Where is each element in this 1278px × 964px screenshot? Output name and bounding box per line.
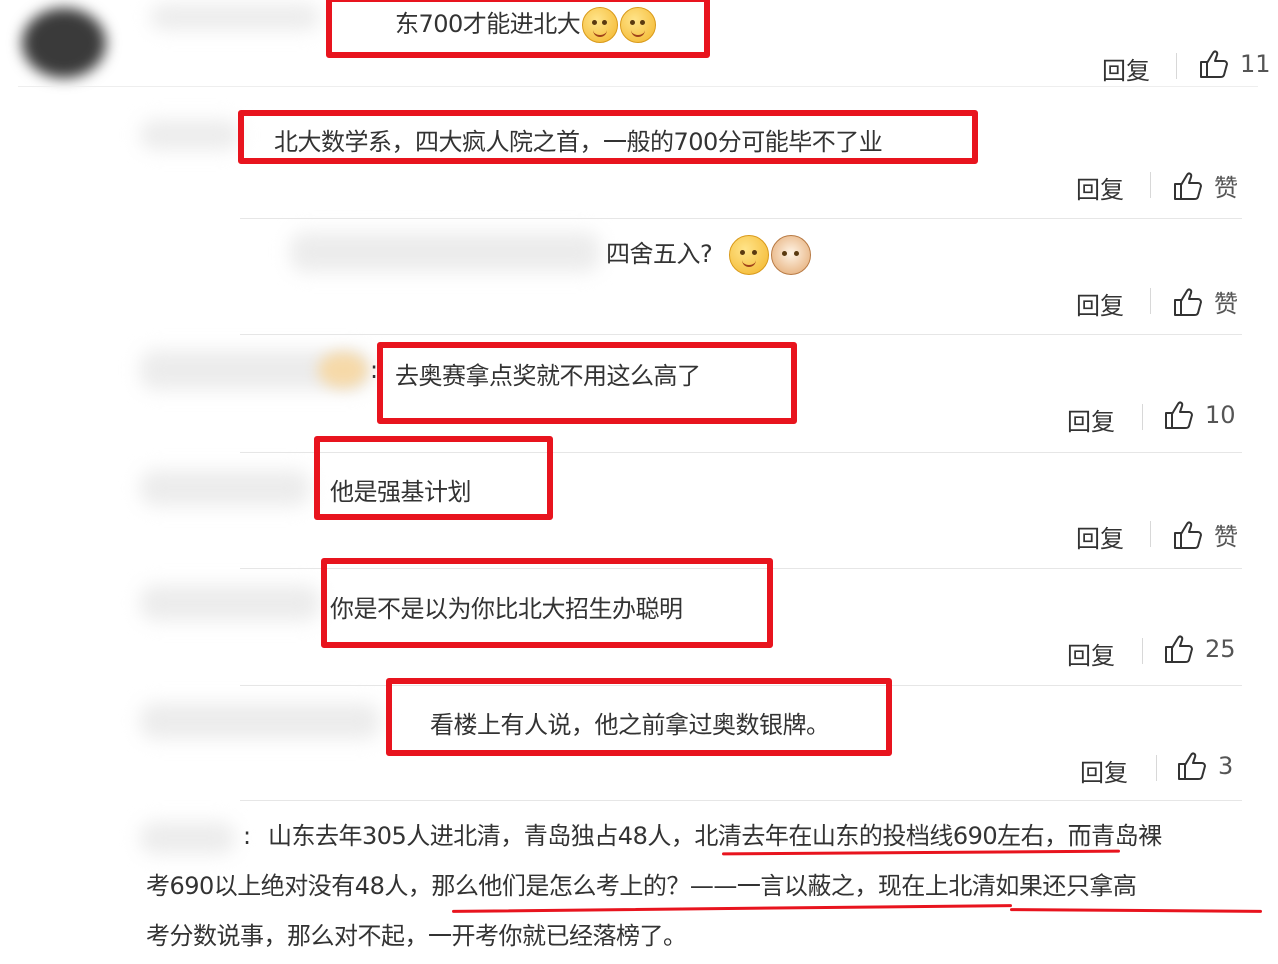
username-redacted <box>140 585 320 621</box>
reply-button[interactable]: 回复 <box>1080 753 1128 788</box>
like-count: 11 <box>1240 50 1271 78</box>
like-count: 10 <box>1205 401 1236 429</box>
thumb-up-icon <box>1174 172 1202 200</box>
reply-button[interactable]: 回复 <box>1067 636 1115 671</box>
grin-icon <box>729 235 770 275</box>
username-redacted <box>290 232 600 272</box>
like-button[interactable]: 赞 <box>1172 284 1238 319</box>
reply-button[interactable]: 回复 <box>1076 170 1124 205</box>
highlight-box <box>238 110 978 164</box>
username-redacted <box>140 822 235 854</box>
thumb-up-icon <box>1165 635 1193 663</box>
cat-icon <box>771 235 812 275</box>
like-label: 赞 <box>1214 290 1238 318</box>
separator <box>1142 404 1143 430</box>
thumb-up-icon <box>1174 288 1202 316</box>
divider <box>240 334 1242 335</box>
highlight-box <box>326 0 710 58</box>
highlight-underline <box>1009 908 1263 913</box>
like-button[interactable]: 25 <box>1163 634 1236 664</box>
separator <box>1150 521 1151 547</box>
like-label: 赞 <box>1214 174 1238 202</box>
highlight-box <box>377 342 797 424</box>
divider <box>240 800 1242 801</box>
reply-button[interactable]: 回复 <box>1102 51 1150 86</box>
thumb-up-icon <box>1178 752 1206 780</box>
separator <box>1142 638 1143 664</box>
reply-button[interactable]: 回复 <box>1076 286 1124 321</box>
username-redacted <box>140 120 240 150</box>
reply-button[interactable]: 回复 <box>1067 402 1115 437</box>
like-button[interactable]: 11 <box>1198 49 1271 79</box>
username-redacted <box>150 4 320 30</box>
like-count: 3 <box>1218 752 1234 780</box>
comment-prefix: : <box>243 822 251 850</box>
like-button[interactable]: 赞 <box>1172 168 1238 203</box>
separator <box>1176 53 1177 79</box>
avatar <box>318 352 368 388</box>
separator <box>1150 172 1151 198</box>
divider <box>240 218 1242 219</box>
like-button[interactable]: 赞 <box>1172 517 1238 552</box>
thumb-up-icon <box>1165 401 1193 429</box>
separator <box>1150 288 1151 314</box>
comment-text: 四舍五入? <box>606 234 812 275</box>
divider <box>18 86 1258 87</box>
like-button[interactable]: 3 <box>1176 751 1233 781</box>
like-button[interactable]: 10 <box>1163 400 1236 430</box>
highlight-box <box>321 558 773 648</box>
like-label: 赞 <box>1214 523 1238 551</box>
username-redacted <box>140 703 380 739</box>
highlight-box <box>314 436 553 520</box>
long-comment-line-1: 山东去年305人进北清，青岛独占48人，北清去年在山东的投档线690左右，而青岛… <box>268 822 1162 850</box>
avatar <box>22 8 106 78</box>
comment-body: 四舍五入? <box>606 240 713 268</box>
thumb-up-icon <box>1200 50 1228 78</box>
thumb-up-icon <box>1174 521 1202 549</box>
long-comment-line-3: 考分数说事，那么对不起，一开考你就已经落榜了。 <box>146 922 687 950</box>
username-redacted <box>140 470 310 506</box>
reply-button[interactable]: 回复 <box>1076 519 1124 554</box>
highlight-box <box>386 678 892 756</box>
like-count: 25 <box>1205 635 1236 663</box>
separator <box>1156 755 1157 781</box>
